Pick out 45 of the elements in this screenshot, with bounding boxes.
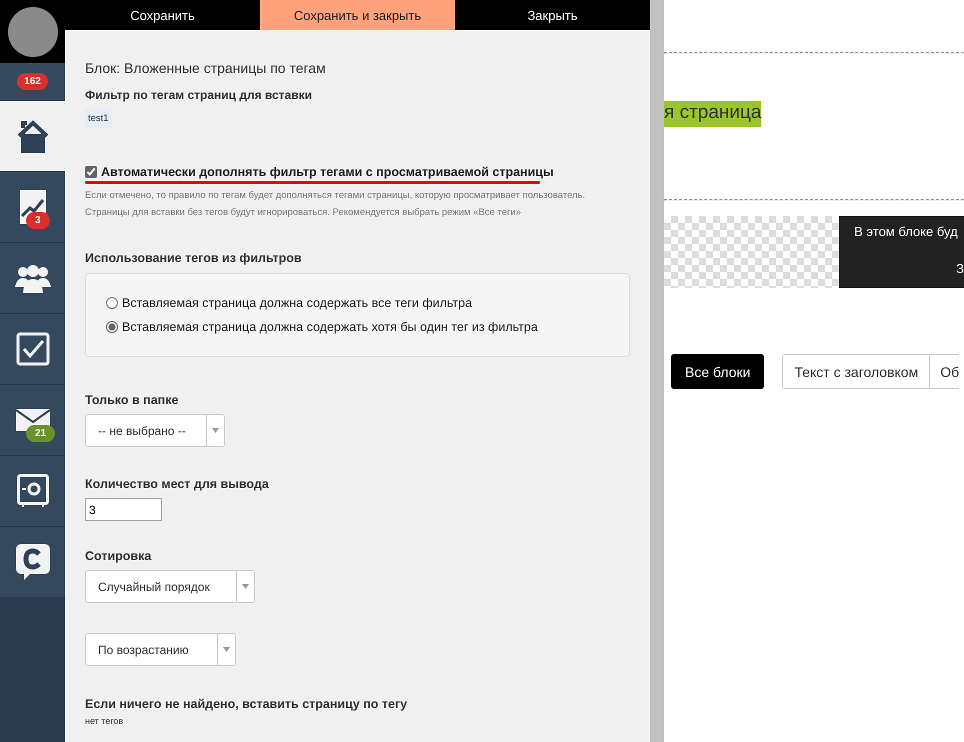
checkbox-label: Автоматически дополнять фильтр тегами с просматриваемой страницы [101, 165, 554, 179]
users-icon [14, 263, 50, 293]
dropdown-caret-icon [212, 428, 219, 433]
scrollbar[interactable] [650, 0, 664, 742]
hint-text: Страницы для вставки без тегов будут игнорироваться. Рекомендуется выбрать режим «Все теги» [85, 206, 522, 220]
count-badge: 21 [26, 425, 56, 442]
field-label: Количество мест для вывода [85, 477, 270, 491]
checkbox-icon [16, 332, 50, 366]
radio-button[interactable] [106, 321, 118, 333]
filter-button[interactable]: Об [930, 354, 960, 389]
sort-direction-dropdown[interactable]: По возрастанию [85, 633, 236, 666]
radio-label: Вставляемая страница должна содержать хотя бы один тег из фильтра [122, 320, 538, 334]
filter-button[interactable]: Текст с заголовком [782, 354, 930, 389]
notification-badge: 162 [17, 73, 48, 90]
block-title: Блок: Вложенные страницы по тегам [85, 60, 327, 76]
sidebar-item[interactable] [0, 526, 65, 597]
field-label: Сотировка [85, 549, 152, 563]
auto-fill-checkbox[interactable] [85, 166, 97, 178]
toolbar-button[interactable]: Сохранить и закрыть [260, 0, 455, 30]
radio-button[interactable] [106, 297, 118, 309]
sidebar-item[interactable] [0, 100, 65, 171]
field-label: Фильтр по тегам страниц для вставки [85, 88, 313, 102]
sidebar-item[interactable] [0, 455, 65, 526]
field-label: Только в папке [85, 393, 180, 407]
field-label: Использование тегов из фильтров [85, 251, 303, 265]
count-input[interactable]: 3 [85, 498, 162, 521]
radio-label: Вставляемая страница должна содержать все теги фильтра [122, 296, 472, 310]
banner-text: В этом блоке буд [854, 224, 959, 239]
tag-chip[interactable]: test1 [85, 109, 112, 128]
sort-order-dropdown[interactable]: Случайный порядок [85, 570, 255, 603]
dropdown-caret-icon [242, 584, 249, 589]
chat-logo-icon [16, 544, 50, 580]
hint-text: Если отмечено, то правило по тегам будет дополняться тегами страницы, которую просматривает пользователь. [85, 189, 586, 203]
filter-button[interactable]: Все блоки [671, 354, 764, 389]
dropdown-caret-icon [222, 647, 230, 652]
sidebar-item[interactable]: 3 [0, 171, 65, 242]
count-badge: 3 [26, 212, 50, 229]
folder-dropdown[interactable]: -- не выбрано -- [85, 414, 225, 447]
safe-icon [16, 474, 48, 508]
fallback-tag[interactable]: нет тегов [85, 716, 630, 726]
sidebar-item[interactable]: 21 [0, 384, 65, 455]
sidebar-item[interactable] [0, 242, 65, 313]
field-label: Если ничего не найдено, вставить страницу по тегу [85, 697, 408, 711]
banner-text: З [955, 261, 964, 276]
sidebar-item[interactable] [0, 313, 65, 384]
